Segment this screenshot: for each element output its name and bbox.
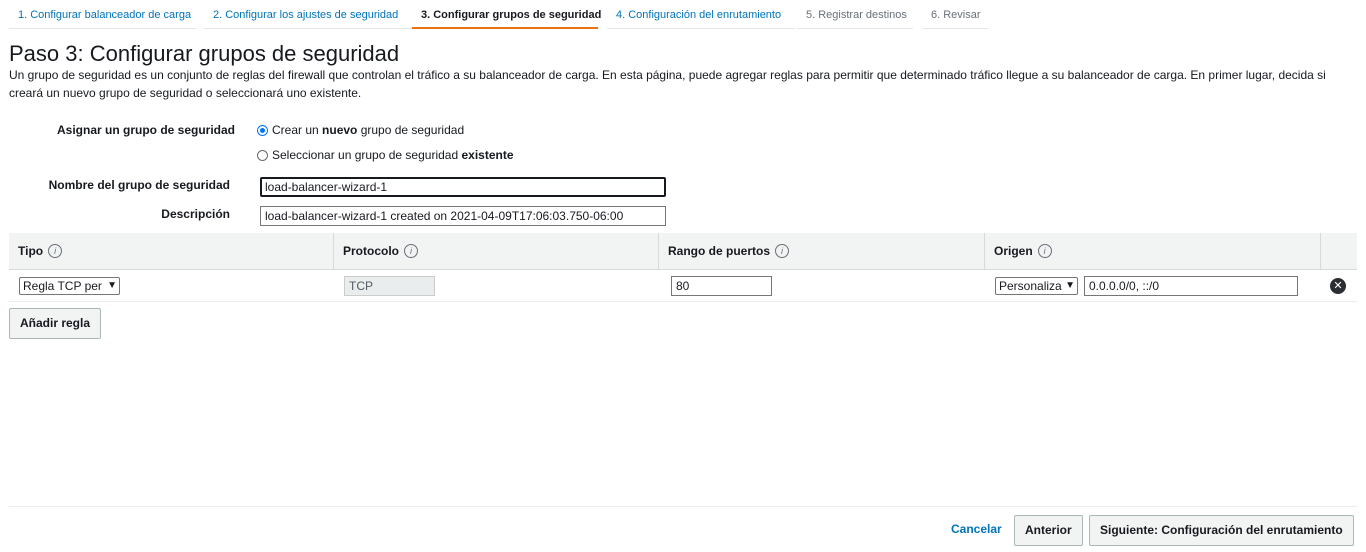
- next-button[interactable]: Siguiente: Configuración del enrutamient…: [1089, 515, 1354, 546]
- column-header-type: Tipo i: [9, 233, 334, 270]
- description-input[interactable]: load-balancer-wizard-1 created on 2021-0…: [260, 206, 666, 226]
- tab-review[interactable]: 6. Revisar: [922, 0, 988, 29]
- column-header-source: Origen i: [985, 233, 1321, 270]
- chevron-down-icon: ▼: [1065, 280, 1075, 291]
- footer-divider: [9, 506, 1357, 507]
- description-label: Descripción: [161, 207, 230, 221]
- radio-create-new[interactable]: Crear un nuevo grupo de seguridad: [257, 123, 464, 137]
- tab-register-targets[interactable]: 5. Registrar destinos: [797, 0, 913, 29]
- column-header-port-range: Rango de puertos i: [659, 233, 985, 270]
- radio-select-existing[interactable]: Seleccionar un grupo de seguridad existe…: [257, 148, 514, 162]
- info-icon[interactable]: i: [48, 243, 63, 258]
- chevron-down-icon: ▼: [107, 280, 117, 291]
- security-group-name-label: Nombre del grupo de seguridad: [48, 178, 230, 192]
- previous-button[interactable]: Anterior: [1014, 515, 1083, 546]
- cancel-button[interactable]: Cancelar: [951, 522, 1002, 536]
- info-icon[interactable]: i: [775, 243, 790, 258]
- radio-create-new-label: Crear un nuevo grupo de seguridad: [272, 123, 465, 137]
- radio-button[interactable]: [257, 149, 268, 161]
- remove-rule-icon[interactable]: ✕: [1330, 278, 1346, 294]
- assign-security-group-label: Asignar un grupo de seguridad: [56, 123, 235, 137]
- info-icon[interactable]: i: [1037, 243, 1052, 258]
- tab-configure-routing[interactable]: 4. Configuración del enrutamiento: [607, 0, 795, 29]
- rule-type-select[interactable]: Regla TCP per ▼: [19, 277, 120, 295]
- tab-configure-security-groups[interactable]: 3. Configurar grupos de seguridad: [412, 0, 601, 29]
- protocol-field: TCP: [344, 276, 435, 296]
- add-rule-button[interactable]: Añadir regla: [9, 308, 102, 339]
- tab-configure-security-settings[interactable]: 2. Configurar los ajustes de seguridad: [204, 0, 413, 29]
- source-cidr-input[interactable]: 0.0.0.0/0, ::/0: [1084, 276, 1298, 296]
- tab-configure-load-balancer[interactable]: 1. Configurar balanceador de carga: [9, 0, 196, 29]
- column-header-protocol: Protocolo i: [334, 233, 659, 270]
- source-type-select[interactable]: Personaliza ▼: [995, 277, 1078, 295]
- radio-select-existing-label: Seleccionar un grupo de seguridad existe…: [272, 148, 514, 162]
- security-group-name-input[interactable]: load-balancer-wizard-1: [260, 177, 666, 197]
- page-title: Paso 3: Configurar grupos de seguridad: [9, 41, 400, 66]
- rules-table-header: Tipo i Protocolo i Rango de puertos i Orige…: [9, 233, 1357, 270]
- radio-button-checked[interactable]: [257, 124, 268, 136]
- port-range-input[interactable]: 80: [671, 276, 772, 296]
- page-intro: Un grupo de seguridad es un conjunto de …: [9, 68, 1326, 100]
- info-icon[interactable]: i: [404, 243, 418, 258]
- table-row: Regla TCP per ▼ TCP 80 Personaliza ▼ 0.0.0…: [9, 270, 1357, 302]
